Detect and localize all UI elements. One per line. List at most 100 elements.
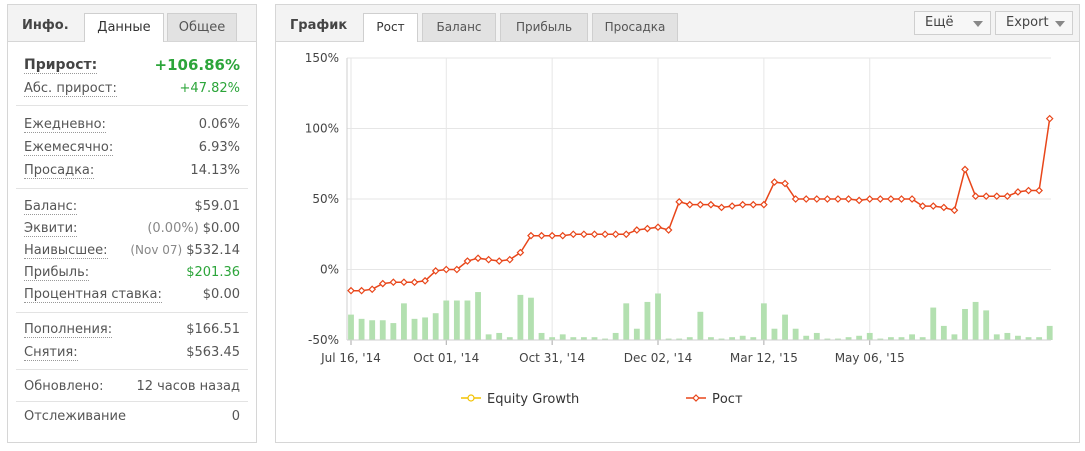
growth-point: [1045, 114, 1054, 123]
export-label: Export: [1006, 15, 1049, 30]
chart-bar: [1015, 335, 1021, 340]
tab-data[interactable]: Данные: [84, 13, 164, 42]
tab-profit[interactable]: Прибыль: [500, 13, 588, 41]
chart-bar: [866, 332, 873, 340]
growth-point: [601, 230, 609, 239]
chart-bar: [1046, 325, 1053, 340]
growth-point: [400, 278, 408, 287]
growth-point: [823, 195, 832, 203]
x-tick-label: Jul 16, '14: [320, 351, 381, 365]
tab-general[interactable]: Общее: [167, 13, 237, 41]
updated-label: Обновлено:: [24, 379, 104, 394]
chart-bar: [411, 318, 418, 340]
x-tick-label: Mar 12, '15: [730, 351, 798, 365]
tab-growth[interactable]: Рост: [363, 13, 418, 42]
chart-bar: [760, 303, 767, 340]
chart-bar: [633, 328, 640, 340]
chart-bar: [782, 314, 788, 340]
chart-axes: 150% 100% 50% 0% -50% Jul 16, '14 Oct 01, '14 O…: [305, 51, 1051, 365]
growth-point: [664, 226, 673, 234]
info-title: Инфо.: [22, 18, 69, 33]
growth-point: [950, 206, 959, 215]
growth-point: [347, 286, 355, 295]
monthly-row: Ежемесячно: 6.93%: [24, 140, 240, 160]
y-tick-label: -50%: [308, 333, 339, 347]
chart-bar: [475, 292, 481, 340]
chart-bar: [697, 311, 704, 340]
chart-bar: [443, 300, 450, 340]
growth-point: [474, 254, 482, 263]
tab-balance[interactable]: Баланс: [422, 13, 496, 41]
info-header: Инфо. Данные Общее: [8, 5, 256, 42]
y-tick-label: 0%: [320, 263, 339, 277]
chart-bars: [348, 292, 1053, 340]
growth-point: [548, 231, 556, 240]
growth-point: [738, 200, 747, 209]
chart-bar: [422, 317, 429, 340]
growth-point: [654, 223, 662, 232]
chart-bar: [856, 335, 863, 340]
highest-label: Наивысшее:: [24, 243, 108, 259]
interest-value: $0.00: [202, 287, 240, 302]
highest-value-group: (Nov 07) $532.14: [130, 243, 240, 258]
profit-value: $201.36: [186, 265, 240, 280]
growth-point: [802, 195, 811, 203]
chevron-down-icon: [1055, 21, 1065, 27]
growth-point: [580, 230, 588, 239]
chart-bar: [559, 334, 566, 340]
chart-bar: [623, 303, 630, 340]
chart-bar: [538, 332, 545, 340]
growth-label: Прирост:: [24, 57, 98, 74]
more-dropdown[interactable]: Ещё: [914, 11, 991, 35]
tracking-label: Отслеживание: [24, 409, 126, 424]
growth-point: [632, 226, 641, 234]
info-panel: Инфо. Данные Общее Прирост: +106.86% Абс…: [7, 4, 257, 443]
growth-point: [812, 195, 821, 203]
chart-bar: [358, 318, 365, 340]
deposits-value: $166.51: [186, 322, 240, 337]
chart-bar: [813, 332, 820, 340]
tab-drawdown[interactable]: Просадка: [592, 13, 678, 41]
y-tick-label: 100%: [305, 122, 339, 136]
export-dropdown[interactable]: Export: [995, 11, 1073, 35]
growth-point: [1003, 192, 1012, 201]
equity-value-group: (0.00%) $0.00: [147, 221, 240, 236]
growth-point: [971, 192, 980, 201]
growth-point: [643, 224, 652, 233]
chart-bar: [464, 300, 471, 340]
chart-bar: [401, 303, 407, 340]
tracking-row: Отслеживание 0: [24, 409, 240, 429]
highest-value: $532.14: [186, 243, 240, 258]
balance-value: $59.01: [194, 199, 241, 214]
growth-point: [865, 195, 874, 203]
growth-point: [982, 192, 991, 201]
chart-bar: [909, 334, 915, 340]
growth-point: [1014, 188, 1022, 196]
updated-value: 12 часов назад: [136, 379, 240, 394]
growth-point: [897, 195, 906, 203]
legend-equity-label: Equity Growth: [487, 392, 579, 407]
chart-bar: [1004, 332, 1011, 340]
deposits-label: Пополнения:: [24, 322, 113, 338]
graph-header: График Рост Баланс Прибыль Просадка Ещё …: [276, 5, 1079, 42]
growth-point: [1024, 186, 1033, 195]
graph-panel: График Рост Баланс Прибыль Просадка Ещё …: [275, 4, 1080, 443]
tracking-value: 0: [231, 409, 240, 424]
divider: [16, 188, 248, 189]
chart-bar: [528, 297, 534, 340]
x-tick-label: May 06, '15: [835, 351, 905, 365]
monthly-value: 6.93%: [198, 140, 240, 155]
chart-bar: [496, 332, 503, 340]
equity-value: $0.00: [202, 221, 240, 236]
growth-point: [558, 231, 567, 240]
growth-point: [685, 200, 694, 209]
growth-point: [760, 200, 768, 209]
growth-point: [770, 178, 779, 186]
chart-bar: [348, 314, 354, 340]
y-tick-label: 150%: [305, 51, 339, 65]
legend-growth-label: Рост: [712, 392, 743, 407]
growth-point: [378, 279, 387, 288]
growth-point: [855, 196, 863, 205]
equity-row: Эквити: (0.00%) $0.00: [24, 221, 240, 241]
drawdown-label: Просадка:: [24, 163, 95, 179]
